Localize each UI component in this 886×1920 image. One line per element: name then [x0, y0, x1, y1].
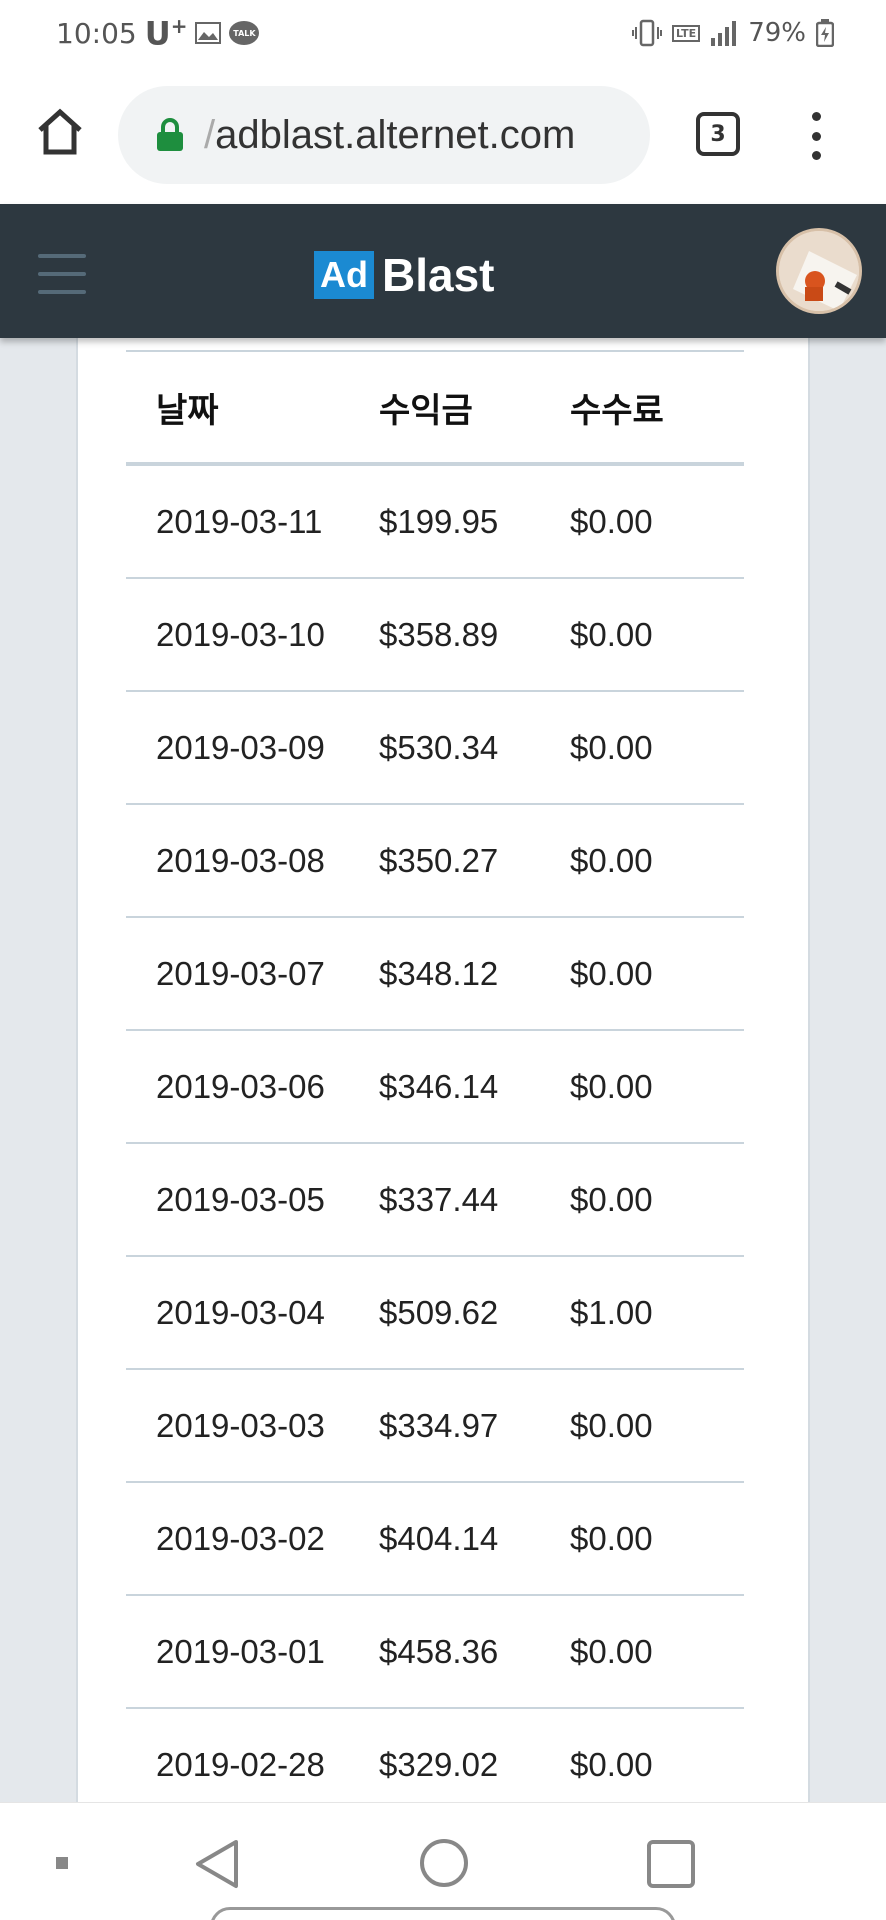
- header-date: 날짜: [156, 390, 219, 431]
- status-bar: 10:05 U+ TALK LTE 79%: [0, 0, 886, 66]
- cell-revenue: $348.12: [379, 954, 499, 992]
- cell-revenue: $509.62: [379, 1293, 499, 1331]
- header-revenue: 수익금: [379, 390, 473, 431]
- cell-revenue: $404.14: [379, 1519, 499, 1557]
- gallery-icon: [195, 22, 222, 44]
- table-row: 2019-03-07 $348.12 $0.00: [126, 918, 744, 1031]
- status-right: LTE 79%: [631, 18, 834, 48]
- cell-date: 2019-03-03: [156, 1406, 325, 1444]
- cell-revenue: $337.44: [379, 1180, 499, 1218]
- cell-fee: $0.00: [570, 1632, 653, 1670]
- cell-revenue: $346.14: [379, 1067, 499, 1105]
- vibrate-icon: [631, 19, 662, 47]
- back-icon[interactable]: [194, 1839, 240, 1889]
- status-left: 10:05 U+ TALK: [56, 13, 260, 53]
- browser-toolbar: /adblast.alternet.com 3: [0, 66, 886, 204]
- table-row: 2019-03-06 $346.14 $0.00: [126, 1031, 744, 1144]
- table-row: 2019-03-08 $350.27 $0.00: [126, 805, 744, 918]
- cell-date: 2019-03-02: [156, 1519, 325, 1557]
- cell-fee: $0.00: [570, 1406, 653, 1444]
- cell-fee: $0.00: [570, 615, 653, 653]
- table-row: 2019-03-10 $358.89 $0.00: [126, 579, 744, 692]
- content-area: 날짜 수익금 수수료 2019-03-11 $199.95 $0.00 2019…: [0, 338, 886, 1802]
- cell-revenue: $458.36: [379, 1632, 499, 1670]
- cell-fee: $0.00: [570, 954, 653, 992]
- address-bar[interactable]: /adblast.alternet.com: [118, 86, 650, 184]
- app-header: Ad Blast: [0, 204, 886, 338]
- table-row: 2019-03-02 $404.14 $0.00: [126, 1483, 744, 1596]
- cell-fee: $0.00: [570, 1067, 653, 1105]
- cell-fee: $0.00: [570, 1745, 653, 1783]
- home-icon[interactable]: [34, 106, 86, 158]
- cell-fee: $0.00: [570, 728, 653, 766]
- tab-switcher-button[interactable]: 3: [696, 112, 740, 156]
- cell-revenue: $350.27: [379, 841, 499, 879]
- cell-date: 2019-03-01: [156, 1632, 325, 1670]
- table-header: 날짜 수익금 수수료: [126, 350, 744, 466]
- cell-date: 2019-03-06: [156, 1067, 325, 1105]
- cell-date: 2019-03-08: [156, 841, 325, 879]
- cell-fee: $0.00: [570, 502, 653, 540]
- cell-fee: $0.00: [570, 1180, 653, 1218]
- kakaotalk-icon: TALK: [229, 21, 260, 45]
- cell-revenue: $334.97: [379, 1406, 499, 1444]
- carrier-label: U+: [144, 13, 188, 53]
- cell-date: 2019-03-05: [156, 1180, 325, 1218]
- avatar-image: [779, 231, 859, 311]
- cell-date: 2019-03-07: [156, 954, 325, 992]
- table-row: 2019-03-11 $199.95 $0.00: [126, 466, 744, 579]
- url-text: /adblast.alternet.com: [204, 112, 576, 157]
- cell-date: 2019-03-04: [156, 1293, 325, 1331]
- cell-date: 2019-03-10: [156, 615, 325, 653]
- table-row: 2019-03-09 $530.34 $0.00: [126, 692, 744, 805]
- gesture-handle[interactable]: [210, 1907, 676, 1920]
- logo-ad: Ad: [314, 251, 374, 299]
- cell-revenue: $199.95: [379, 502, 499, 540]
- cell-revenue: $358.89: [379, 615, 499, 653]
- avatar[interactable]: [776, 228, 862, 314]
- cell-fee: $0.00: [570, 1519, 653, 1557]
- battery-charging-icon: [816, 19, 834, 47]
- table-row: 2019-03-04 $509.62 $1.00: [126, 1257, 744, 1370]
- home-nav-icon[interactable]: [420, 1839, 468, 1887]
- cell-revenue: $530.34: [379, 728, 499, 766]
- table-row: 2019-03-05 $337.44 $0.00: [126, 1144, 744, 1257]
- header-fee: 수수료: [570, 390, 664, 431]
- cell-date: 2019-03-11: [156, 502, 323, 540]
- earnings-table: 날짜 수익금 수수료 2019-03-11 $199.95 $0.00 2019…: [126, 350, 744, 1802]
- battery-percent: 79%: [748, 18, 806, 48]
- adblast-logo[interactable]: Ad Blast: [314, 248, 494, 302]
- table-row: 2019-03-03 $334.97 $0.00: [126, 1370, 744, 1483]
- lock-icon: [157, 118, 183, 151]
- cell-fee: $1.00: [570, 1293, 653, 1331]
- recent-apps-icon[interactable]: [647, 1840, 695, 1888]
- lte-icon: LTE: [671, 24, 701, 42]
- cell-date: 2019-03-09: [156, 728, 325, 766]
- system-navigation-bar: [0, 1802, 886, 1920]
- logo-blast: Blast: [382, 249, 495, 301]
- nav-indicator-dot: [56, 1857, 68, 1869]
- signal-icon: [711, 21, 737, 46]
- hamburger-menu-icon[interactable]: [38, 254, 86, 294]
- cell-revenue: $329.02: [379, 1745, 499, 1783]
- table-row: 2019-03-01 $458.36 $0.00: [126, 1596, 744, 1709]
- earnings-card: 날짜 수익금 수수료 2019-03-11 $199.95 $0.00 2019…: [76, 338, 810, 1802]
- status-time: 10:05: [56, 16, 137, 50]
- table-row: 2019-02-28 $329.02 $0.00: [126, 1709, 744, 1802]
- cell-date: 2019-02-28: [156, 1745, 325, 1783]
- cell-fee: $0.00: [570, 841, 653, 879]
- more-options-icon[interactable]: [804, 112, 828, 160]
